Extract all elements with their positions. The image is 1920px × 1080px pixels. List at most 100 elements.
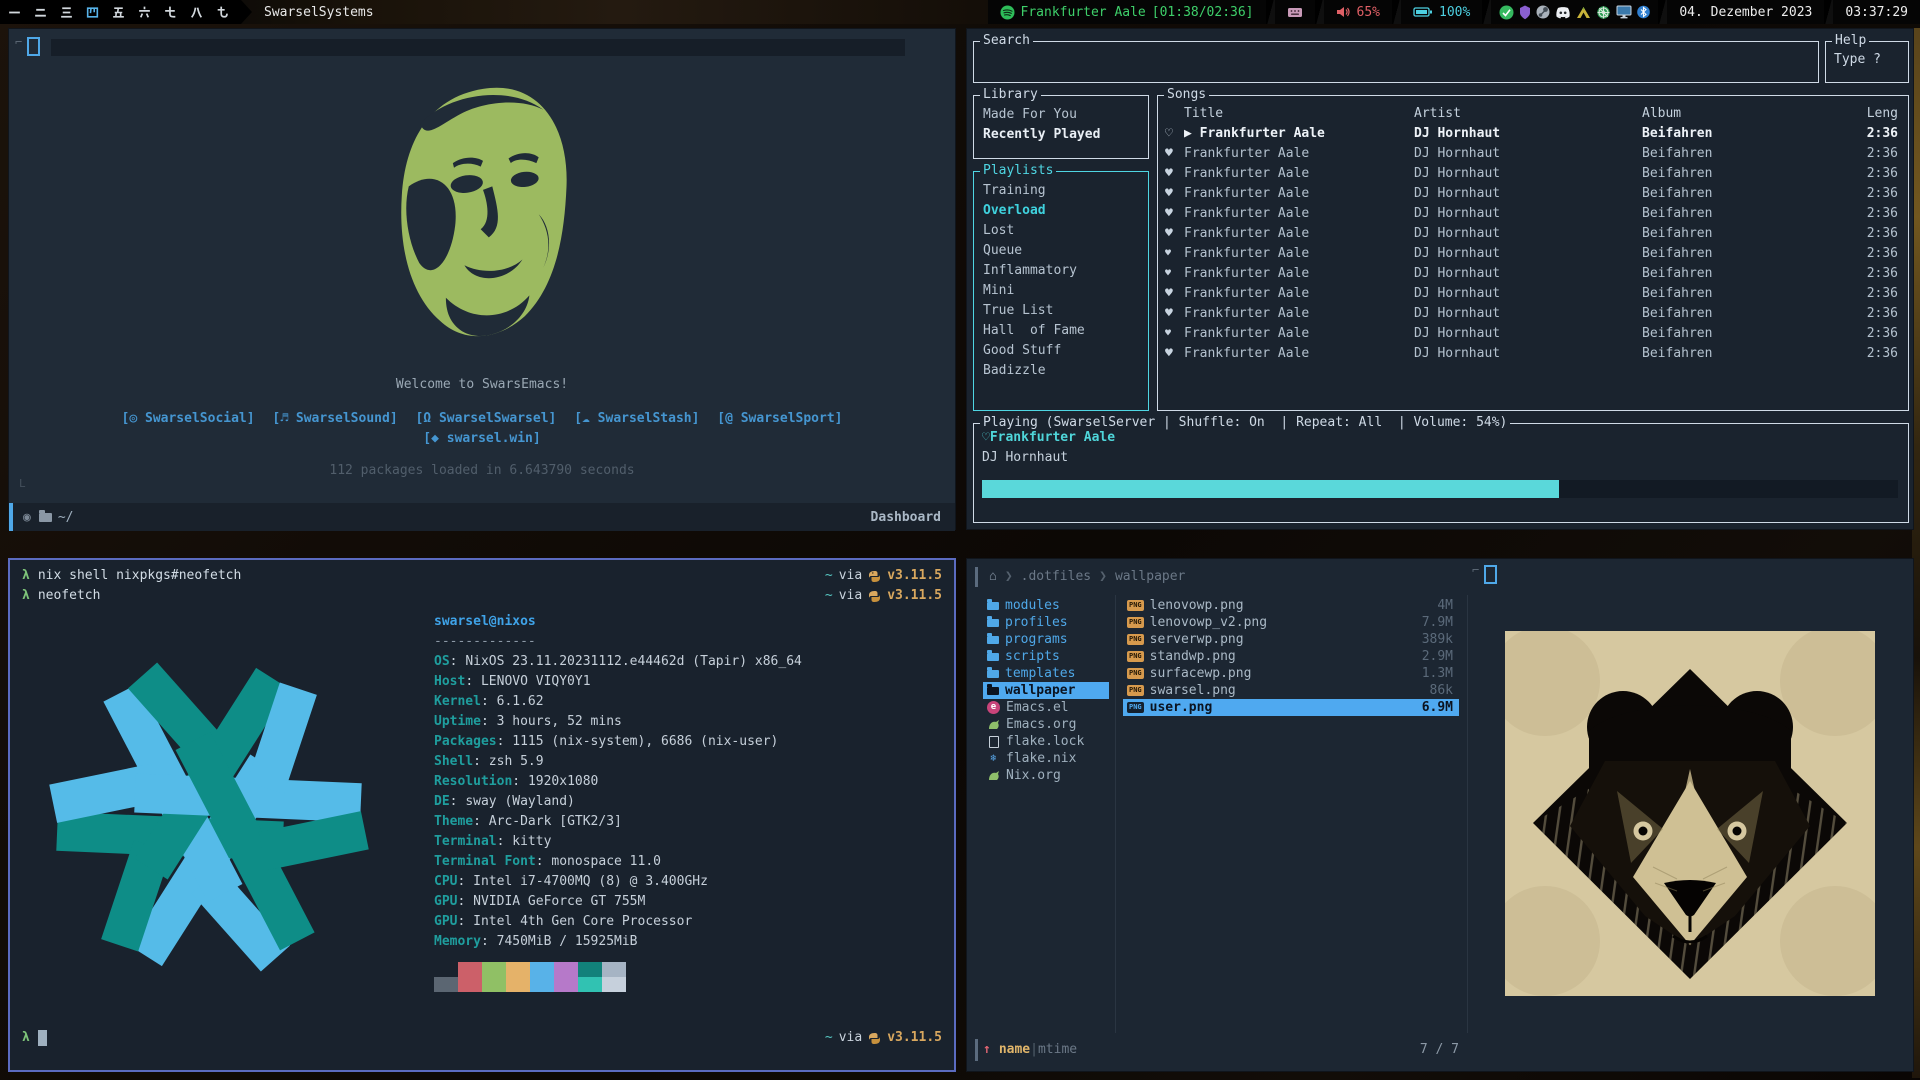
folder-icon [39,513,52,522]
song-row[interactable]: ♥ Frankfurter Aale DJ Hornhaut Beifahren… [1158,284,1908,304]
song-row[interactable]: ♥ Frankfurter Aale DJ Hornhaut Beifahren… [1158,144,1908,164]
parent-directory-pane: modules profiles programs scripts templa… [983,597,1109,784]
workspace-5[interactable] [110,4,127,21]
link-swarselstash[interactable]: [☁ SwarselStash] [574,411,699,426]
terminal-window[interactable]: λnix shell nixpkgs#neofetch ~viav3.11.5 … [8,558,956,1072]
song-row[interactable]: ♥ Frankfurter Aale DJ Hornhaut Beifahren… [1158,224,1908,244]
workspace-3[interactable] [58,4,75,21]
tent-icon[interactable] [1576,6,1591,19]
clock-module[interactable]: 03:37:29 [1841,5,1912,20]
battery-value: 100% [1439,5,1470,20]
image-row[interactable]: PNGlenovowp.png4M [1123,597,1459,614]
search-input[interactable] [974,42,1818,82]
library-item-made-for-you[interactable]: Made For You [974,105,1148,125]
shield-icon[interactable] [1519,5,1531,20]
file-row-flake-lock[interactable]: flake.lock [983,733,1109,750]
song-row[interactable]: ♥ Frankfurter Aale DJ Hornhaut Beifahren… [1158,264,1908,284]
library-item-recently-played[interactable]: Recently Played [974,125,1148,145]
playlist-overload-selected[interactable]: Overload [974,201,1148,221]
steam-icon[interactable] [1536,5,1550,19]
now-artist: DJ Hornhaut [982,450,1068,465]
dir-row-scripts[interactable]: scripts [983,648,1109,665]
now-heart-icon[interactable]: ♡ [982,430,990,445]
workspace-9[interactable] [214,4,231,21]
heart-icon[interactable]: ♥ [1158,224,1184,244]
heart-icon[interactable]: ♥ [1158,144,1184,164]
sort-field[interactable]: name [999,1041,1030,1059]
heart-icon[interactable]: ♥ [1158,304,1184,324]
date-module[interactable]: 04. Dezember 2023 [1675,5,1816,20]
dir-row-wallpaper-selected[interactable]: wallpaper [983,682,1109,699]
link-swarselsound[interactable]: [♬ SwarselSound] [272,411,397,426]
keyboard-module[interactable] [1283,6,1307,18]
heart-icon[interactable]: ♥ [1158,204,1184,224]
heart-icon[interactable]: ♥ [1158,324,1184,344]
file-row-flake-nix[interactable]: ❄flake.nix [983,750,1109,767]
volume-module[interactable]: 65% [1332,5,1384,20]
helm-icon[interactable] [1596,5,1611,20]
syncthing-check-icon[interactable] [1499,5,1514,20]
home-icon[interactable]: ⌂ [989,569,997,584]
help-hint-text: Type ? [1834,52,1881,67]
progress-bar[interactable] [982,480,1898,498]
heart-icon[interactable]: ♥ [1158,184,1184,204]
workspace-6[interactable] [136,4,153,21]
file-row-emacs-el[interactable]: eEmacs.el [983,699,1109,716]
song-row-playing[interactable]: ♡ ▶ Frankfurter Aale DJ Hornhaut Beifahr… [1158,124,1908,144]
dir-row-templates[interactable]: templates [983,665,1109,682]
playlist-true-list[interactable]: True List [974,301,1148,321]
playlist-queue[interactable]: Queue [974,241,1148,261]
workspace-2[interactable] [32,4,49,21]
sort-alt-field[interactable]: mtime [1038,1041,1077,1059]
heart-icon[interactable]: ♥ [1158,284,1184,304]
image-row-user-png-selected[interactable]: PNGuser.png6.9M [1123,699,1459,716]
workspace-4-active[interactable] [84,4,101,21]
dir-row-modules[interactable]: modules [983,597,1109,614]
file-row-emacs-org[interactable]: Emacs.org [983,716,1109,733]
playlist-good-stuff[interactable]: Good Stuff [974,341,1148,361]
discord-icon[interactable] [1555,6,1571,19]
dir-row-profiles[interactable]: profiles [983,614,1109,631]
breadcrumb-dotfiles[interactable]: .dotfiles [1021,569,1091,584]
workspace-8[interactable] [188,4,205,21]
spotify-module[interactable]: Frankfurter Aale [01:38/02:36] [996,5,1258,20]
breadcrumb-wallpaper[interactable]: wallpaper [1115,569,1185,584]
heart-icon[interactable]: ♥ [1158,264,1184,284]
bluetooth-icon[interactable] [1637,5,1650,19]
image-row[interactable]: PNGswarsel.png86k [1123,682,1459,699]
workspace-1[interactable] [6,4,23,21]
playlist-hall-of-fame[interactable]: Hall of Fame [974,321,1148,341]
song-row[interactable]: ♥ Frankfurter Aale DJ Hornhaut Beifahren… [1158,324,1908,344]
keyboard-icon [1287,6,1303,18]
link-swarselswarsel[interactable]: [Ω SwarselSwarsel] [415,411,556,426]
image-row[interactable]: PNGsurfacewp.png1.3M [1123,665,1459,682]
playlist-training[interactable]: Training [974,181,1148,201]
song-row[interactable]: ♥ Frankfurter Aale DJ Hornhaut Beifahren… [1158,344,1908,364]
sort-direction-icon[interactable]: ↑ [983,1041,991,1059]
file-row-nix-org[interactable]: Nix.org [983,767,1109,784]
heart-icon[interactable]: ♥ [1158,244,1184,264]
playlists-box: Playlists Training Overload Lost Queue I… [973,171,1149,411]
link-swarselsocial[interactable]: [◎ SwarselSocial] [122,411,255,426]
image-row[interactable]: PNGstandwp.png2.9M [1123,648,1459,665]
heart-icon[interactable]: ♥ [1158,344,1184,364]
image-row[interactable]: PNGserverwp.png389k [1123,631,1459,648]
link-swarsel-win[interactable]: [◆ swarsel.win] [9,431,955,446]
heart-outline-icon[interactable]: ♡ [1158,124,1184,144]
link-swarselsport[interactable]: [@ SwarselSport] [717,411,842,426]
song-row[interactable]: ♥ Frankfurter Aale DJ Hornhaut Beifahren… [1158,304,1908,324]
song-row[interactable]: ♥ Frankfurter Aale DJ Hornhaut Beifahren… [1158,244,1908,264]
dir-row-programs[interactable]: programs [983,631,1109,648]
battery-module[interactable]: 100% [1409,5,1474,20]
song-row[interactable]: ♥ Frankfurter Aale DJ Hornhaut Beifahren… [1158,204,1908,224]
display-icon[interactable] [1616,5,1632,19]
playlist-badizzle[interactable]: Badizzle [974,361,1148,381]
heart-icon[interactable]: ♥ [1158,164,1184,184]
playlist-inflammatory[interactable]: Inflammatory [974,261,1148,281]
workspace-7[interactable] [162,4,179,21]
song-row[interactable]: ♥ Frankfurter Aale DJ Hornhaut Beifahren… [1158,184,1908,204]
song-row[interactable]: ♥ Frankfurter Aale DJ Hornhaut Beifahren… [1158,164,1908,184]
playlist-lost[interactable]: Lost [974,221,1148,241]
playlist-mini[interactable]: Mini [974,281,1148,301]
image-row[interactable]: PNGlenovowp_v2.png7.9M [1123,614,1459,631]
